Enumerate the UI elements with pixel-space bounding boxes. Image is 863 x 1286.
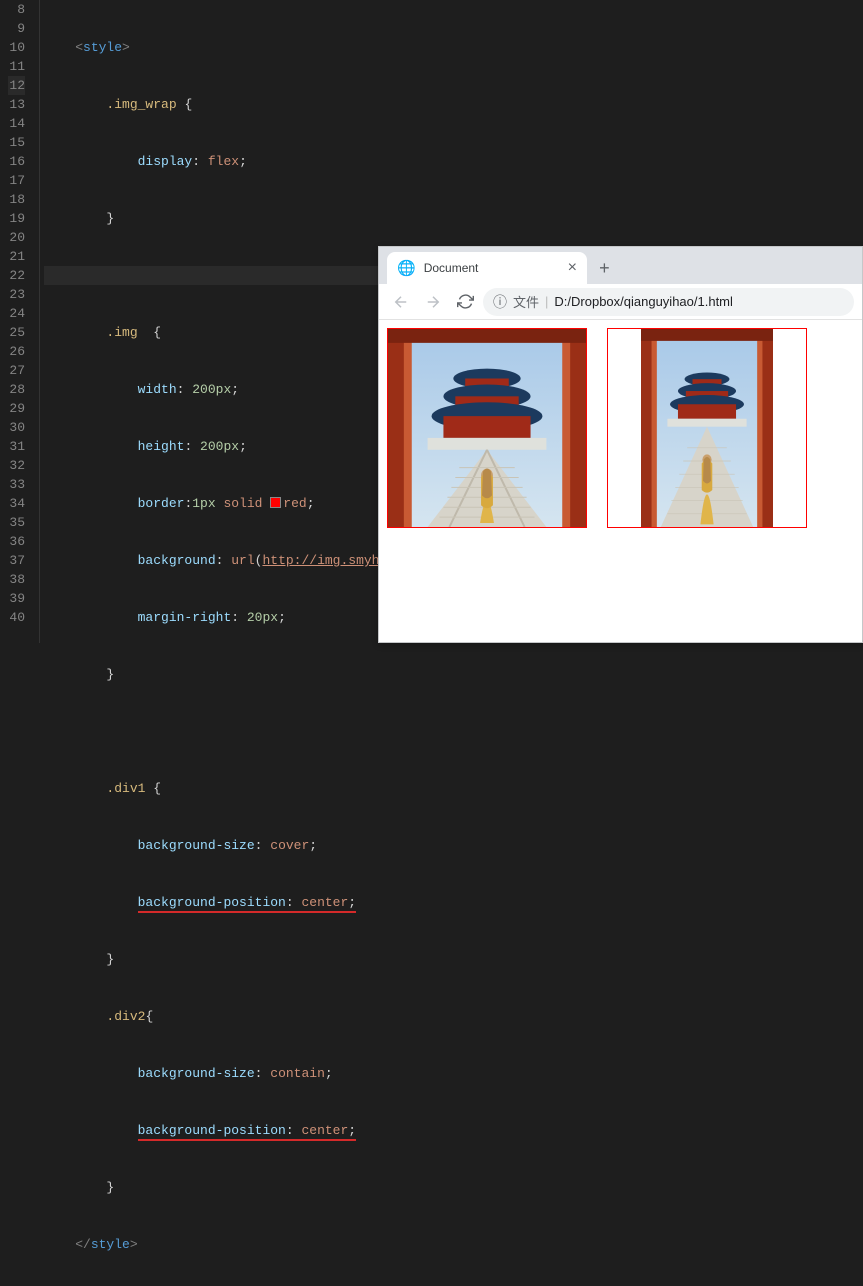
code-line[interactable]: background-position: center; xyxy=(44,1121,863,1140)
close-icon[interactable]: × xyxy=(568,260,577,276)
line-number: 10 xyxy=(8,38,25,57)
line-number: 25 xyxy=(8,323,25,342)
browser-tab[interactable]: 🌐 Document × xyxy=(387,252,587,284)
code-line[interactable]: } xyxy=(44,1178,863,1197)
code-line[interactable]: background-position: center; xyxy=(44,893,863,912)
line-number: 16 xyxy=(8,152,25,171)
code-line[interactable]: .div2{ xyxy=(44,1007,863,1026)
line-number: 38 xyxy=(8,570,25,589)
temple-image-contain xyxy=(608,329,806,527)
arrow-left-icon xyxy=(392,293,410,311)
url-path: D:/Dropbox/qianguyihao/1.html xyxy=(554,294,733,309)
line-number: 15 xyxy=(8,133,25,152)
color-swatch-icon xyxy=(270,497,281,508)
code-line[interactable]: display: flex; xyxy=(44,152,863,171)
code-line[interactable]: background-size: contain; xyxy=(44,1064,863,1083)
line-number: 36 xyxy=(8,532,25,551)
browser-window: 🌐 Document × + ⓘ 文件 | D:/Dropbox/qianguy… xyxy=(378,246,863,643)
line-number: 17 xyxy=(8,171,25,190)
line-number: 40 xyxy=(8,608,25,627)
line-number: 30 xyxy=(8,418,25,437)
back-button[interactable] xyxy=(387,288,415,316)
arrow-right-icon xyxy=(424,293,442,311)
browser-viewport xyxy=(379,320,862,642)
reload-icon xyxy=(457,293,474,310)
line-number: 9 xyxy=(8,19,25,38)
code-line[interactable] xyxy=(44,722,863,741)
new-tab-button[interactable]: + xyxy=(587,260,622,284)
line-number: 32 xyxy=(8,456,25,475)
line-number: 12 xyxy=(8,76,25,95)
tab-strip: 🌐 Document × + xyxy=(379,247,862,284)
code-line[interactable]: .img_wrap { xyxy=(44,95,863,114)
preview-div2-contain xyxy=(607,328,807,528)
line-number: 8 xyxy=(8,0,25,19)
line-number: 27 xyxy=(8,361,25,380)
forward-button[interactable] xyxy=(419,288,447,316)
line-number: 26 xyxy=(8,342,25,361)
code-line[interactable]: <style> xyxy=(44,38,863,57)
line-number: 22 xyxy=(8,266,25,285)
reload-button[interactable] xyxy=(451,288,479,316)
globe-icon: 🌐 xyxy=(397,259,416,277)
line-number: 35 xyxy=(8,513,25,532)
url-scheme: 文件 xyxy=(513,292,539,311)
line-number: 34 xyxy=(8,494,25,513)
line-number: 39 xyxy=(8,589,25,608)
line-number: 29 xyxy=(8,399,25,418)
line-number: 13 xyxy=(8,95,25,114)
line-number: 14 xyxy=(8,114,25,133)
line-number: 33 xyxy=(8,475,25,494)
line-number: 28 xyxy=(8,380,25,399)
code-line[interactable]: </style> xyxy=(44,1235,863,1254)
code-line[interactable]: background-size: cover; xyxy=(44,836,863,855)
line-number: 23 xyxy=(8,285,25,304)
temple-image-cover xyxy=(388,329,586,527)
line-number: 18 xyxy=(8,190,25,209)
line-number: 24 xyxy=(8,304,25,323)
line-number-gutter: 8 9 10 11 12 13 14 15 16 17 18 19 20 21 … xyxy=(0,0,40,643)
code-line[interactable]: } xyxy=(44,950,863,969)
line-number: 19 xyxy=(8,209,25,228)
code-line[interactable]: } xyxy=(44,209,863,228)
code-line[interactable]: } xyxy=(44,665,863,684)
info-icon: ⓘ xyxy=(493,292,507,312)
omnibox[interactable]: ⓘ 文件 | D:/Dropbox/qianguyihao/1.html xyxy=(483,288,854,316)
line-number: 31 xyxy=(8,437,25,456)
line-number: 20 xyxy=(8,228,25,247)
line-number: 21 xyxy=(8,247,25,266)
preview-div1-cover xyxy=(387,328,587,528)
tab-title: Document xyxy=(424,261,479,275)
code-line[interactable]: .div1 { xyxy=(44,779,863,798)
address-bar: ⓘ 文件 | D:/Dropbox/qianguyihao/1.html xyxy=(379,284,862,320)
line-number: 37 xyxy=(8,551,25,570)
line-number: 11 xyxy=(8,57,25,76)
